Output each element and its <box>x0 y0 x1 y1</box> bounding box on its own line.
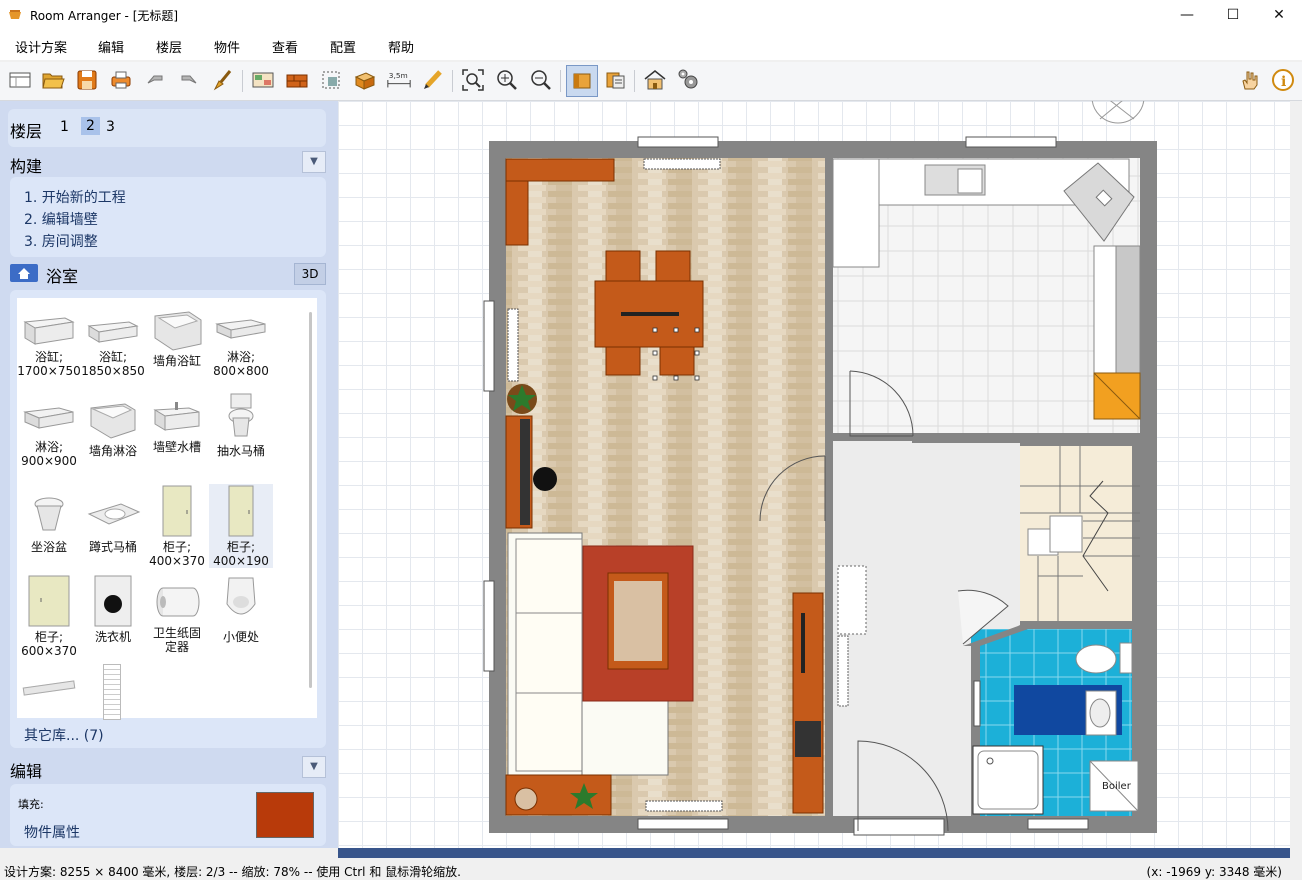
horizontal-scrollbar[interactable] <box>338 848 1290 858</box>
menu-edit[interactable]: 编辑 <box>98 37 124 56</box>
zoom-in-icon[interactable] <box>494 67 520 93</box>
cabinet-400-190-item[interactable]: 柜子; 400×190 <box>209 484 273 568</box>
edit-box: 填充: 物件属性 <box>10 784 326 846</box>
open-folder-icon[interactable] <box>40 67 66 93</box>
measure-icon[interactable]: 3,5m <box>386 67 414 93</box>
svg-text:3,5m: 3,5m <box>389 71 408 80</box>
library-title: 浴室 <box>46 267 79 286</box>
library-grid: 浴缸; 1700×750 浴缸; 1850×850 墙角浴缸 淋浴; 800×8… <box>17 298 317 720</box>
brush-icon[interactable] <box>210 67 236 93</box>
new-icon[interactable] <box>7 67 33 93</box>
info-icon[interactable]: i <box>1270 67 1296 93</box>
minimize-button[interactable]: — <box>1164 0 1210 30</box>
view-2d-icon[interactable] <box>566 65 598 97</box>
floor-1-tab[interactable]: 1 <box>60 119 69 135</box>
redo-icon[interactable] <box>176 67 202 93</box>
room-icon[interactable] <box>250 67 276 93</box>
tv-unit[interactable] <box>792 592 824 814</box>
bidet-item[interactable]: 坐浴盆 <box>17 494 81 554</box>
toolbar: 3,5m i <box>0 62 1302 101</box>
floor-plan[interactable]: Boiler <box>338 101 1290 848</box>
object-properties-link[interactable]: 物件属性 <box>24 822 80 842</box>
stool[interactable] <box>533 467 557 491</box>
floor-2-tab[interactable]: 2 <box>81 117 100 135</box>
plan-canvas[interactable]: Boiler <box>338 101 1290 848</box>
step-room-adjust[interactable]: 3. 房间调整 <box>24 231 98 251</box>
fill-label: 填充: <box>18 798 44 811</box>
menu-object[interactable]: 物件 <box>214 37 240 56</box>
toilet-paper-holder-item[interactable]: 卫生纸固 定器 <box>145 580 209 654</box>
floor-3-tab[interactable]: 3 <box>106 119 115 135</box>
house-3d-icon[interactable] <box>642 67 668 93</box>
select-icon[interactable] <box>318 67 344 93</box>
corner-shower-item[interactable]: 墙角淋浴 <box>81 398 145 458</box>
toilet[interactable] <box>1075 644 1117 674</box>
view-3d-icon[interactable] <box>602 67 628 93</box>
zoom-fit-icon[interactable] <box>460 67 486 93</box>
app-icon <box>9 10 21 19</box>
library-3d-button[interactable]: 3D <box>294 263 326 285</box>
step-new-project[interactable]: 1. 开始新的工程 <box>24 187 126 207</box>
menu-floor[interactable]: 楼层 <box>156 37 182 56</box>
floor-label: 楼层 <box>10 122 43 141</box>
washing-machine-item[interactable]: 洗衣机 <box>81 574 145 644</box>
inner-wall[interactable] <box>825 158 833 370</box>
build-collapse-button[interactable]: ▼ <box>302 151 326 173</box>
undo-icon[interactable] <box>142 67 168 93</box>
dining-chair[interactable] <box>659 346 695 376</box>
menu-bar: 设计方案 编辑 楼层 物件 查看 配置 帮助 <box>0 30 1302 60</box>
edit-title: 编辑 <box>10 762 43 781</box>
menu-view[interactable]: 查看 <box>272 37 298 56</box>
bathtub-1700-item[interactable]: 浴缸; 1700×750 <box>17 308 81 378</box>
cabinet-400-370-item[interactable]: 柜子; 400×370 <box>145 484 209 568</box>
pencil-icon[interactable] <box>420 67 446 93</box>
menu-help[interactable]: 帮助 <box>388 37 414 56</box>
other-libraries-link[interactable]: 其它库... (7) <box>24 725 104 745</box>
status-bar: 设计方案: 8255 × 8400 毫米, 楼层: 2/3 -- 缩放: 78%… <box>0 860 1302 880</box>
print-icon[interactable] <box>108 67 134 93</box>
toilet-item[interactable]: 抽水马桶 <box>209 392 273 458</box>
bathtub-1850-item[interactable]: 浴缸; 1850×850 <box>81 308 145 378</box>
status-text: 设计方案: 8255 × 8400 毫米, 楼层: 2/3 -- 缩放: 78%… <box>4 865 461 879</box>
wall-sink-item[interactable]: 墙壁水槽 <box>145 398 209 454</box>
cursor-coordinates: (x: -1969 y: 3348 毫米) <box>1146 865 1282 879</box>
dining-chair[interactable] <box>605 250 641 282</box>
shower-900-item[interactable]: 淋浴; 900×900 <box>17 398 81 468</box>
towel-rail-item[interactable] <box>22 680 76 696</box>
maximize-button[interactable]: ☐ <box>1210 0 1256 30</box>
side-panel: 楼层 1 2 3 构建 ▼ 1. 开始新的工程 2. 编辑墙壁 3. 房间调整 … <box>0 101 338 848</box>
library-home-icon[interactable] <box>10 264 38 282</box>
object-icon[interactable] <box>352 67 378 93</box>
menu-config[interactable]: 配置 <box>330 37 356 56</box>
dining-chair[interactable] <box>655 250 691 282</box>
vertical-scrollbar[interactable] <box>1290 101 1302 848</box>
hand-icon[interactable] <box>1236 67 1262 93</box>
dining-chair[interactable] <box>605 346 641 376</box>
settings-icon[interactable] <box>676 67 702 93</box>
fill-color-swatch[interactable] <box>256 792 314 838</box>
boiler-label: Boiler <box>1102 781 1132 792</box>
build-steps: 1. 开始新的工程 2. 编辑墙壁 3. 房间调整 <box>10 177 326 257</box>
step-edit-walls[interactable]: 2. 编辑墙壁 <box>24 209 98 229</box>
library-scrollbar[interactable] <box>309 312 312 688</box>
svg-text:i: i <box>1281 74 1286 90</box>
corner-bathtub-item[interactable]: 墙角浴缸 <box>145 308 209 368</box>
corner-bench[interactable] <box>505 158 615 182</box>
window-title: Room Arranger - [无标题] <box>30 9 179 23</box>
urinal-item[interactable]: 小便处 <box>209 574 273 644</box>
build-title: 构建 <box>10 157 43 176</box>
shower-800-item[interactable]: 淋浴; 800×800 <box>209 308 273 378</box>
wall-icon[interactable] <box>284 67 310 93</box>
menu-design[interactable]: 设计方案 <box>15 37 67 56</box>
zoom-out-icon[interactable] <box>528 67 554 93</box>
radiator-item[interactable] <box>103 664 121 720</box>
close-button[interactable]: ✕ <box>1256 0 1302 30</box>
cabinet-600-370-item[interactable]: 柜子; 600×370 <box>17 574 81 658</box>
edit-collapse-button[interactable]: ▼ <box>302 756 326 778</box>
save-icon[interactable] <box>74 67 100 93</box>
squat-toilet-item[interactable]: 蹲式马桶 <box>81 494 145 554</box>
floor-selector: 楼层 1 2 3 <box>8 109 326 147</box>
title-bar: Room Arranger - [无标题] — ☐ ✕ <box>0 0 1302 30</box>
